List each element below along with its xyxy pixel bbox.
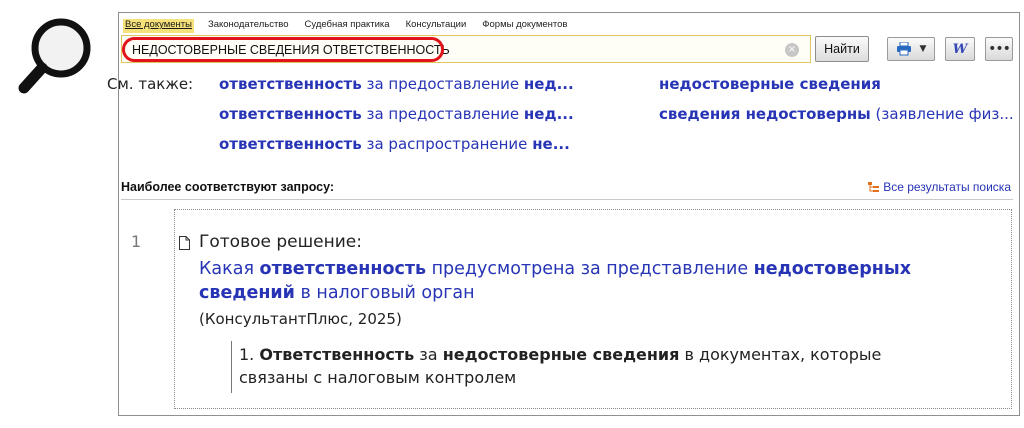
divider [121, 199, 1013, 200]
result-quote[interactable]: 1. Ответственность за недостоверные свед… [239, 343, 939, 389]
tab-all-documents[interactable]: Все документы [123, 19, 194, 33]
result-kind-label: Готовое решение: [199, 232, 362, 252]
more-icon: ••• [988, 41, 1011, 57]
see-also-link[interactable]: ответственность за распространение не... [219, 135, 570, 153]
tab-court-practice[interactable]: Судебная практика [303, 19, 392, 33]
result-number: 1 [131, 232, 142, 251]
see-also-label: См. также: [107, 75, 194, 93]
see-also-link[interactable]: ответственность за предоставление нед... [219, 105, 574, 123]
document-icon [179, 236, 190, 250]
print-button[interactable]: ▼ [887, 37, 935, 61]
more-button[interactable]: ••• [985, 37, 1013, 61]
search-highlight-oval [122, 37, 444, 62]
see-also-link[interactable]: сведения недостоверны (заявление физ... [659, 105, 1014, 123]
tab-legislation[interactable]: Законодательство [206, 19, 291, 33]
search-tabs: Все документы Законодательство Судебная … [123, 19, 569, 33]
clear-icon[interactable]: × [785, 43, 799, 57]
printer-icon [896, 42, 911, 56]
quote-bar [231, 341, 232, 393]
all-results-label[interactable]: Все результаты поиска [883, 180, 1011, 194]
see-also-link[interactable]: недостоверные сведения [659, 75, 881, 93]
tab-consultations[interactable]: Консультации [404, 19, 469, 33]
search-input[interactable]: НЕДОСТОВЕРНЫЕ СВЕДЕНИЯ ОТВЕТСТВЕННОСТЬ × [121, 35, 811, 63]
see-also-link[interactable]: ответственность за предоставление нед... [219, 75, 574, 93]
tree-icon [868, 181, 880, 192]
search-row: НЕДОСТОВЕРНЫЕ СВЕДЕНИЯ ОТВЕТСТВЕННОСТЬ ×… [121, 35, 1015, 63]
chevron-down-icon[interactable]: ▼ [920, 44, 927, 54]
search-panel: Все документы Законодательство Судебная … [107, 12, 1020, 416]
word-export-button[interactable]: W [945, 37, 975, 61]
magnifier-icon [18, 18, 91, 94]
result-title-link[interactable]: Какая ответственность предусмотрена за п… [199, 257, 939, 305]
word-icon: W [952, 41, 968, 57]
best-match-heading: Наиболее соответствуют запросу: [121, 180, 335, 194]
tab-document-forms[interactable]: Формы документов [480, 19, 569, 33]
result-source: (КонсультантПлюс, 2025) [199, 310, 402, 328]
find-button[interactable]: Найти [815, 36, 869, 62]
all-results-link[interactable]: Все результаты поиска [868, 180, 1011, 194]
